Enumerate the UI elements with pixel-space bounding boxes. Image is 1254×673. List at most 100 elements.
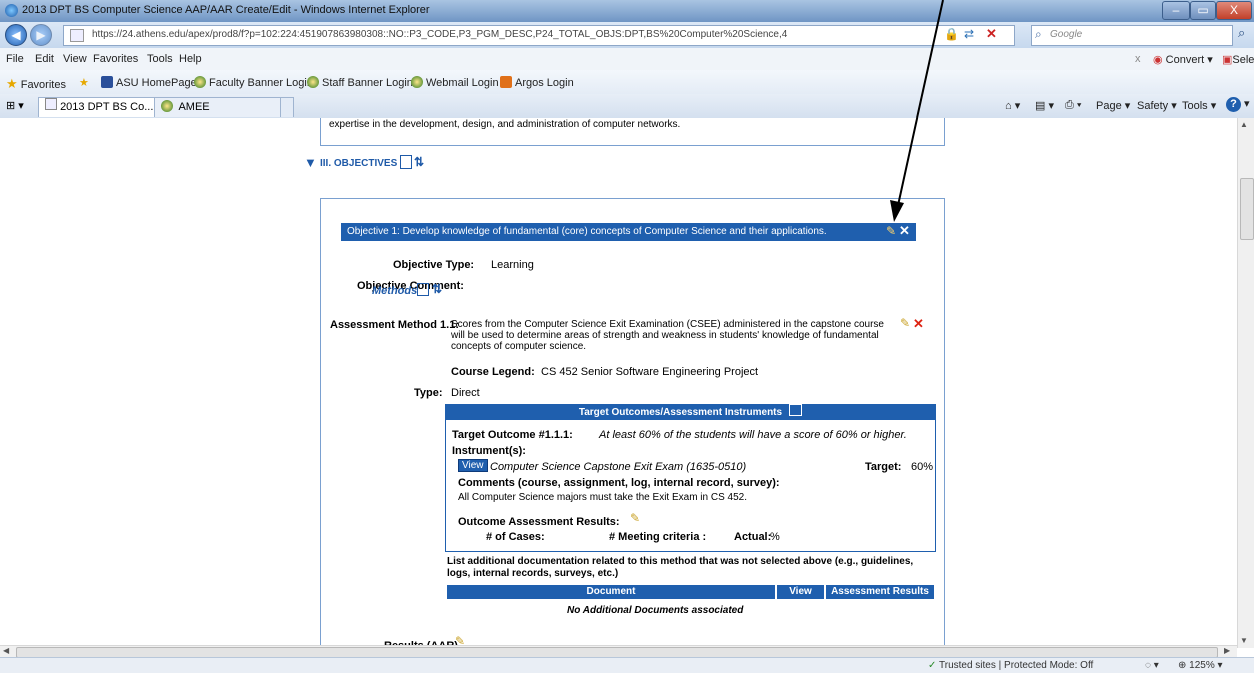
fav-label: Argos Login — [515, 77, 574, 89]
feeds-icon[interactable]: ▤ ▾ — [1035, 99, 1054, 112]
select-button[interactable]: ▣Sele — [1222, 53, 1254, 66]
favorites-label: Favorites — [20, 79, 66, 91]
no-docs-message: No Additional Documents associated — [567, 605, 744, 616]
edit-method-icon[interactable]: ✎ — [900, 316, 910, 330]
fav-staff-banner[interactable]: Staff Banner Login — [307, 76, 413, 89]
fav-asu-homepage[interactable]: ASU HomePage — [101, 76, 197, 89]
arrow-line — [896, 118, 919, 211]
convert-button[interactable]: ◉ Convert ▾ — [1153, 53, 1213, 66]
search-icon[interactable]: ⌕ — [1238, 25, 1245, 41]
help-icon[interactable]: ? ▾ — [1226, 97, 1250, 112]
fav-label: Webmail Login — [426, 77, 499, 89]
close-window-button[interactable]: X — [1216, 1, 1252, 20]
tools-menu-label: Tools — [1182, 100, 1208, 112]
status-bar: ✓ Trusted sites | Protected Mode: Off ◌ … — [0, 657, 1254, 673]
fav-faculty-banner[interactable]: Faculty Banner Login — [194, 76, 313, 89]
collapse-icon[interactable]: ▼ — [304, 155, 317, 170]
scroll-right-icon[interactable]: ▶ — [1224, 646, 1230, 655]
menu-file[interactable]: File — [6, 53, 24, 65]
menu-edit[interactable]: Edit — [35, 53, 54, 65]
maximize-button[interactable]: ▭ — [1190, 1, 1216, 20]
page-icon — [45, 98, 57, 110]
close-icon[interactable]: x — [1135, 53, 1141, 65]
objective-header-text: Objective 1: Develop knowledge of fundam… — [347, 226, 827, 237]
zoom-control[interactable]: ⊕ 125% ▾ — [1178, 660, 1223, 671]
course-legend-label: Course Legend: — [451, 366, 535, 378]
doc-col-document: Document — [447, 585, 775, 599]
page-icon — [70, 29, 84, 42]
fav-webmail[interactable]: Webmail Login — [411, 76, 499, 89]
fav-label: Faculty Banner Login — [209, 77, 313, 89]
window-title-bar: 2013 DPT BS Computer Science AAP/AAR Cre… — [0, 0, 1254, 22]
menu-favorites[interactable]: Favorites — [93, 53, 138, 65]
menu-tools[interactable]: Tools — [147, 53, 173, 65]
address-bar[interactable]: https://24.athens.edu/apex/prod8/f?p=102… — [63, 25, 1015, 46]
tab-amee[interactable]: AMEE — [154, 97, 288, 117]
security-icon[interactable]: ◌ ▾ — [1145, 660, 1159, 671]
zoom-icon: ⊕ — [1178, 660, 1187, 671]
reorder-methods-icon[interactable]: ⇅ — [432, 282, 442, 296]
tab-aap[interactable]: 2013 DPT BS Co... x — [38, 97, 168, 117]
ie-page-icon — [411, 76, 423, 88]
add-method-icon[interactable] — [417, 283, 429, 296]
type-label: Type: — [414, 387, 443, 399]
back-button[interactable]: ◀ — [5, 24, 27, 46]
scroll-down-icon[interactable]: ▼ — [1240, 636, 1248, 645]
address-toolbar: ◀ ▶ https://24.athens.edu/apex/prod8/f?p… — [0, 22, 1254, 48]
safety-menu[interactable]: Safety ▾ — [1137, 99, 1177, 112]
ie-icon — [5, 4, 18, 17]
favorites-button[interactable]: ★ Favorites — [6, 76, 66, 92]
address-url: https://24.athens.edu/apex/prod8/f?p=102… — [92, 29, 788, 40]
add-favorite-icon[interactable]: ★ — [79, 76, 89, 89]
fav-argos[interactable]: Argos Login — [500, 76, 574, 89]
additional-doc-text: List additional documentation related to… — [447, 556, 914, 579]
edit-results-icon[interactable]: ✎ — [630, 511, 640, 525]
meeting-criteria-label: # Meeting criteria : — [609, 531, 707, 543]
convert-icon: ◉ — [1153, 54, 1163, 66]
scroll-left-icon[interactable]: ◀ — [3, 646, 9, 655]
search-input[interactable]: ⌕ Google — [1031, 25, 1233, 46]
ie-page-icon — [161, 100, 173, 112]
vertical-scrollbar[interactable]: ▲ ▼ — [1237, 118, 1254, 648]
menu-help[interactable]: Help — [179, 53, 202, 65]
assessment-method-label: Assessment Method 1.1: — [330, 319, 459, 331]
objective-header-bar: Objective 1: Develop knowledge of fundam… — [341, 223, 916, 241]
tab-label: AMEE — [178, 101, 210, 113]
cases-label: # of Cases: — [486, 531, 545, 543]
page-content: expertise in the development, design, an… — [0, 118, 1237, 648]
add-objective-icon[interactable] — [400, 155, 412, 169]
add-target-icon[interactable] — [789, 404, 803, 416]
view-instrument-button[interactable]: View — [458, 459, 488, 472]
forward-button[interactable]: ▶ — [30, 24, 52, 46]
delete-method-icon[interactable]: ✕ — [913, 316, 924, 332]
scroll-thumb[interactable] — [1240, 178, 1254, 240]
new-tab[interactable] — [280, 97, 294, 117]
home-icon[interactable]: ⌂ ▾ — [1005, 99, 1020, 112]
comments-label: Comments (course, assignment, log, inter… — [458, 477, 780, 489]
arrow-head — [890, 200, 904, 222]
actual-value: % — [770, 531, 780, 543]
asu-icon — [101, 76, 113, 88]
zone-status: ✓ Trusted sites | Protected Mode: Off — [928, 660, 1093, 671]
type-value: Direct — [451, 387, 480, 399]
tools-menu[interactable]: Tools ▾ — [1182, 99, 1216, 112]
results-label: Outcome Assessment Results: — [458, 516, 620, 528]
safety-menu-label: Safety — [1137, 100, 1169, 112]
argos-icon — [500, 76, 512, 88]
menu-view[interactable]: View — [63, 53, 87, 65]
minimize-button[interactable]: – — [1162, 1, 1190, 20]
section-title: III. OBJECTIVES — [320, 158, 398, 169]
target-label: Target: — [865, 461, 902, 473]
doc-col-view: View — [777, 585, 824, 599]
page-menu[interactable]: Page ▾ — [1096, 99, 1130, 112]
instrument-name: Computer Science Capstone Exit Exam (163… — [490, 461, 747, 473]
scroll-up-icon[interactable]: ▲ — [1240, 120, 1248, 129]
annotation-arrow — [890, 118, 919, 222]
refresh-icon[interactable]: ⇄ — [964, 27, 974, 41]
print-icon[interactable]: ⎙ ▾ — [1065, 99, 1081, 112]
reorder-icon[interactable]: ⇅ — [414, 155, 424, 169]
quick-tabs-icon[interactable]: ⊞ ▾ — [6, 99, 36, 112]
actual-label: Actual: — [734, 531, 772, 543]
stop-icon[interactable]: ✕ — [986, 26, 997, 42]
window-title: 2013 DPT BS Computer Science AAP/AAR Cre… — [22, 4, 430, 16]
